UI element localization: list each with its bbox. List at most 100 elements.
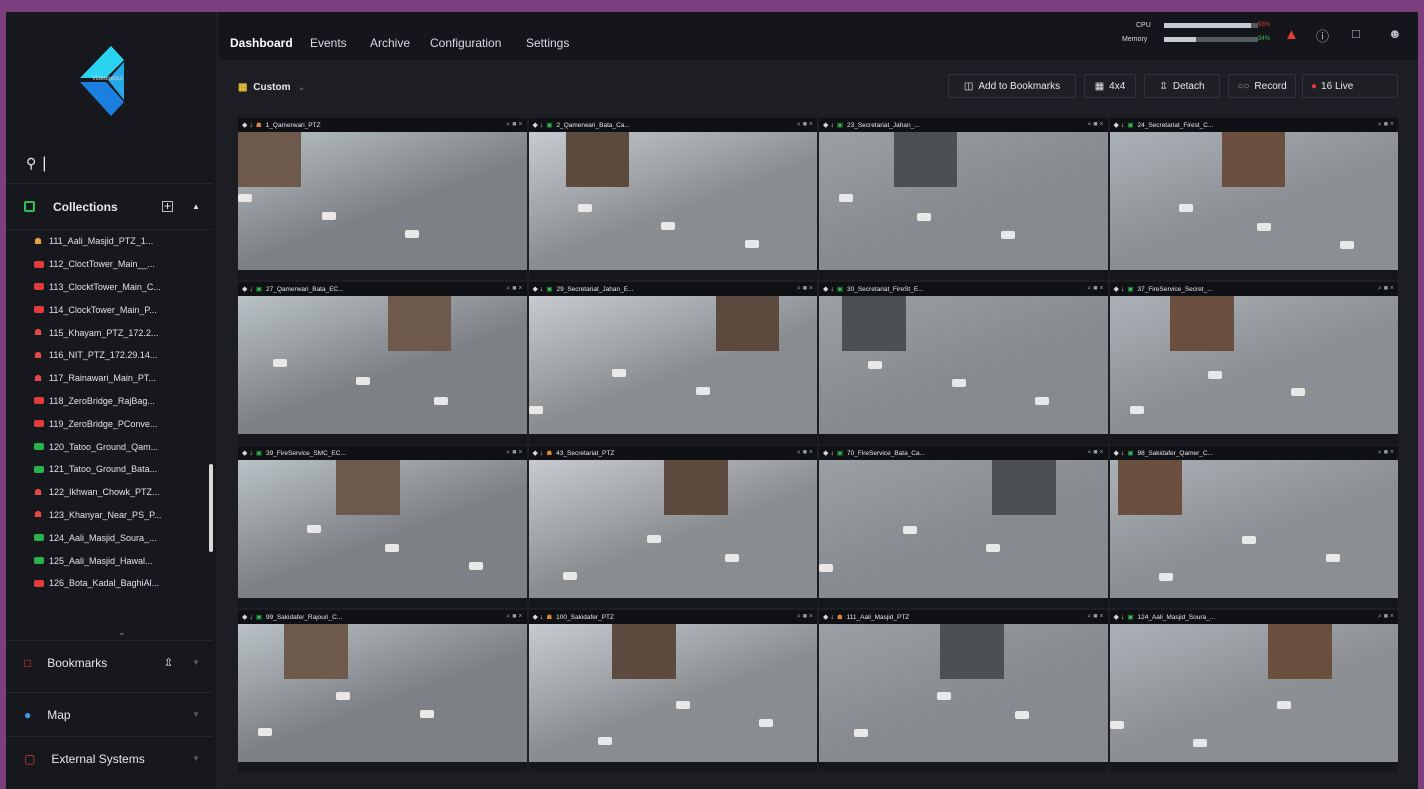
tile-controls-icon[interactable]: ⌕ ■ × bbox=[1087, 449, 1103, 457]
add-collection-icon[interactable]: + bbox=[162, 200, 173, 212]
camera-tile[interactable]: ◆ ↓ ☗ 100_Sakidafer_PTZ ⌕ ■ × bbox=[528, 610, 817, 772]
audio-icon[interactable]: ◆ ↓ bbox=[823, 613, 834, 621]
camera-tile[interactable]: ◆ ↓ ▣ 24_Secretariat_Firest_C... ⌕ ■ × bbox=[1109, 118, 1398, 280]
chevron-down-icon[interactable]: ▼ bbox=[192, 754, 200, 763]
audio-icon[interactable]: ◆ ↓ bbox=[823, 285, 834, 293]
camera-tile[interactable]: ◆ ↓ ▣ 27_Qamerwari_Bata_EC... ⌕ ■ × bbox=[238, 282, 527, 444]
audio-icon[interactable]: ◆ ↓ bbox=[533, 449, 544, 457]
tile-controls-icon[interactable]: ⌕ ■ × bbox=[506, 613, 522, 621]
collection-item[interactable]: 112_CloctTower_Main__... bbox=[6, 253, 212, 276]
tab-events[interactable]: Events bbox=[310, 36, 347, 50]
chevron-down-icon[interactable]: ▼ bbox=[192, 658, 200, 667]
tile-controls-icon[interactable]: ⌕ ■ × bbox=[1087, 613, 1103, 621]
collection-item[interactable]: 126_Bota_Kadal_BaghiAl... bbox=[6, 572, 212, 595]
sidebar-item-bookmarks[interactable]: □ Bookmarks ⇫ ▼ bbox=[6, 640, 212, 684]
audio-icon[interactable]: ◆ ↓ bbox=[242, 285, 253, 293]
camera-tile[interactable]: ◆ ↓ ▣ 124_Aali_Masjid_Soura_... ⌕ ■ × bbox=[1109, 610, 1398, 772]
audio-icon[interactable]: ◆ ↓ bbox=[533, 121, 544, 129]
search-input[interactable]: | bbox=[42, 155, 46, 173]
audio-icon[interactable]: ◆ ↓ bbox=[1114, 285, 1125, 293]
camera-feed[interactable] bbox=[528, 296, 817, 434]
collection-item[interactable]: 113_ClocktTower_Main_C... bbox=[6, 276, 212, 299]
camera-feed[interactable] bbox=[819, 296, 1108, 434]
camera-feed[interactable] bbox=[1109, 460, 1398, 598]
audio-icon[interactable]: ◆ ↓ bbox=[823, 449, 834, 457]
tab-dashboard[interactable]: Dashboard bbox=[226, 26, 297, 58]
camera-tile[interactable]: ◆ ↓ ▣ 23_Secretariat_Jahan_... ⌕ ■ × bbox=[819, 118, 1108, 280]
camera-feed[interactable] bbox=[528, 132, 817, 270]
tile-controls-icon[interactable]: ⌕ ■ × bbox=[506, 121, 522, 129]
camera-feed[interactable] bbox=[819, 132, 1108, 270]
grid-layout-button[interactable]: ▦ 4x4 bbox=[1084, 74, 1136, 98]
tab-settings[interactable]: Settings bbox=[526, 36, 569, 50]
collection-item[interactable]: 124_Aali_Masjid_Soura_... bbox=[6, 526, 212, 549]
camera-feed[interactable] bbox=[819, 460, 1108, 598]
collection-item[interactable]: 120_Tatoo_Ground_Qam... bbox=[6, 435, 212, 458]
camera-feed[interactable] bbox=[238, 624, 527, 762]
collection-item[interactable]: 118_ZeroBridge_RajBag... bbox=[6, 390, 212, 413]
camera-tile[interactable]: ◆ ↓ ▣ 99_Sakidafer_Rajouri_C... ⌕ ■ × bbox=[238, 610, 527, 772]
collection-item[interactable]: ☗ 116_NIT_PTZ_172.29.14... bbox=[6, 344, 212, 367]
share-icon[interactable]: ⇫ bbox=[164, 656, 173, 669]
detach-button[interactable]: ⇫ Detach bbox=[1144, 74, 1220, 98]
tile-controls-icon[interactable]: ⌕ ■ × bbox=[797, 613, 813, 621]
tile-controls-icon[interactable]: ⌕ ■ × bbox=[1378, 285, 1394, 293]
camera-feed[interactable] bbox=[1109, 132, 1398, 270]
audio-icon[interactable]: ◆ ↓ bbox=[533, 613, 544, 621]
tab-archive[interactable]: Archive bbox=[370, 36, 410, 50]
layout-selector[interactable]: ▦ Custom ⌄ bbox=[238, 82, 306, 93]
tile-controls-icon[interactable]: ⌕ ■ × bbox=[506, 449, 522, 457]
search-field[interactable]: ⚲ | bbox=[6, 144, 212, 184]
camera-feed[interactable] bbox=[238, 296, 527, 434]
camera-feed[interactable] bbox=[528, 624, 817, 762]
camera-tile[interactable]: ◆ ↓ ☗ 43_Secretariat_PTZ ⌕ ■ × bbox=[528, 446, 817, 608]
tab-configuration[interactable]: Configuration bbox=[430, 36, 501, 50]
camera-tile[interactable]: ◆ ↓ ▣ 37_FireService_Secret_... ⌕ ■ × bbox=[1109, 282, 1398, 444]
tile-controls-icon[interactable]: ⌕ ■ × bbox=[1378, 121, 1394, 129]
tile-controls-icon[interactable]: ⌕ ■ × bbox=[1378, 449, 1394, 457]
collection-item[interactable]: ☗ 123_Khanyar_Near_PS_P... bbox=[6, 504, 212, 527]
camera-feed[interactable] bbox=[819, 624, 1108, 762]
camera-feed[interactable] bbox=[1109, 624, 1398, 762]
tile-controls-icon[interactable]: ⌕ ■ × bbox=[797, 449, 813, 457]
sidebar-item-map[interactable]: ● Map ▼ bbox=[6, 692, 212, 736]
chevron-down-icon[interactable]: ▼ bbox=[192, 710, 200, 719]
collection-item[interactable]: ☗ 111_Aali_Masjid_PTZ_1... bbox=[6, 230, 212, 253]
collection-item[interactable]: 125_Aali_Masjid_Hawal... bbox=[6, 549, 212, 572]
collection-item[interactable]: 114_ClockTower_Main_P... bbox=[6, 298, 212, 321]
audio-icon[interactable]: ◆ ↓ bbox=[242, 613, 253, 621]
camera-tile[interactable]: ◆ ↓ ▣ 98_Sakidafer_Qamer_C... ⌕ ■ × bbox=[1109, 446, 1398, 608]
tile-controls-icon[interactable]: ⌕ ■ × bbox=[1378, 613, 1394, 621]
audio-icon[interactable]: ◆ ↓ bbox=[1114, 121, 1125, 129]
camera-tile[interactable]: ◆ ↓ ☗ 1_Qamerwari_PTZ ⌕ ■ × bbox=[238, 118, 527, 280]
audio-icon[interactable]: ◆ ↓ bbox=[242, 121, 253, 129]
collection-item[interactable]: ☗ 122_Ikhwan_Chowk_PTZ... bbox=[6, 481, 212, 504]
audio-icon[interactable]: ◆ ↓ bbox=[242, 449, 253, 457]
help-icon[interactable]: ⓘ bbox=[1316, 26, 1329, 45]
camera-feed[interactable] bbox=[1109, 296, 1398, 434]
alert-icon[interactable]: ▲ bbox=[1284, 26, 1299, 43]
audio-icon[interactable]: ◆ ↓ bbox=[533, 285, 544, 293]
camera-tile[interactable]: ◆ ↓ ☗ 111_Aali_Masjid_PTZ ⌕ ■ × bbox=[819, 610, 1108, 772]
chat-icon[interactable]: □ bbox=[1352, 26, 1360, 41]
collection-item[interactable]: ☗ 117_Rainawari_Main_PT... bbox=[6, 367, 212, 390]
audio-icon[interactable]: ◆ ↓ bbox=[1114, 613, 1125, 621]
collections-header[interactable]: Collections + ▲ bbox=[6, 184, 212, 230]
camera-tile[interactable]: ◆ ↓ ▣ 2_Qamerwari_Bata_Ca... ⌕ ■ × bbox=[528, 118, 817, 280]
audio-icon[interactable]: ◆ ↓ bbox=[1114, 449, 1125, 457]
chevron-down-icon[interactable]: ⌄ bbox=[118, 627, 126, 638]
camera-tile[interactable]: ◆ ↓ ▣ 39_FireService_SMC_EC... ⌕ ■ × bbox=[238, 446, 527, 608]
camera-tile[interactable]: ◆ ↓ ▣ 29_Secretariat_Jahan_E... ⌕ ■ × bbox=[528, 282, 817, 444]
tile-controls-icon[interactable]: ⌕ ■ × bbox=[1087, 121, 1103, 129]
tile-controls-icon[interactable]: ⌕ ■ × bbox=[1087, 285, 1103, 293]
camera-feed[interactable] bbox=[238, 132, 527, 270]
live-count-button[interactable]: ● 16 Live bbox=[1302, 74, 1398, 98]
camera-feed[interactable] bbox=[238, 460, 527, 598]
scrollbar[interactable] bbox=[209, 464, 213, 552]
sidebar-item-external-systems[interactable]: ▢ External Systems ▼ bbox=[6, 736, 212, 780]
collection-item[interactable]: 119_ZeroBridge_PConve... bbox=[6, 412, 212, 435]
collection-item[interactable]: ☗ 115_Khayam_PTZ_172.2... bbox=[6, 321, 212, 344]
add-to-bookmarks-button[interactable]: ◫ Add to Bookmarks bbox=[948, 74, 1076, 98]
user-icon[interactable]: ☻ bbox=[1388, 26, 1402, 41]
camera-tile[interactable]: ◆ ↓ ▣ 70_FireService_Bata_Ca... ⌕ ■ × bbox=[819, 446, 1108, 608]
